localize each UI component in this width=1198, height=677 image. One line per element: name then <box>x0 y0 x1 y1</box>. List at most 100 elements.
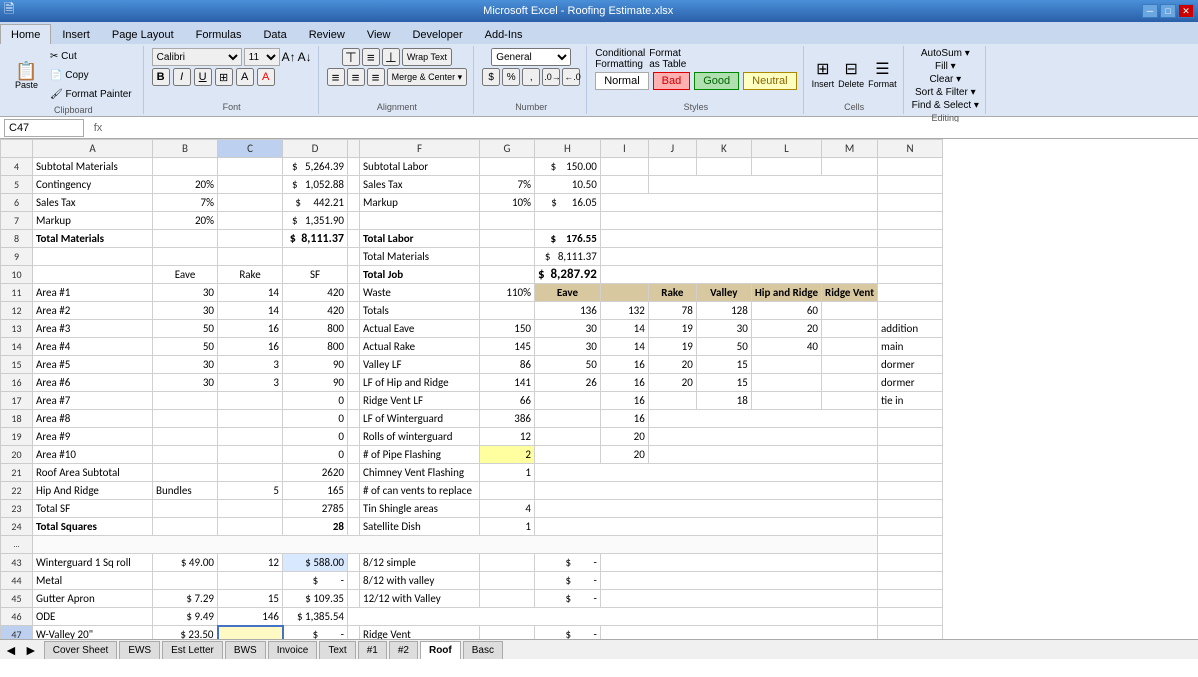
cell-F9[interactable]: Total Materials <box>360 248 480 266</box>
cell-D16[interactable]: 90 <box>283 374 348 392</box>
cell-G10[interactable] <box>480 266 535 284</box>
cell-H8[interactable]: $ 176.55 <box>535 230 601 248</box>
style-normal[interactable]: Normal <box>595 72 648 90</box>
sheet-tab-roof[interactable]: Roof <box>420 641 461 659</box>
cell-D4[interactable]: $ 5,264.39 <box>283 158 348 176</box>
cell-N45[interactable] <box>878 590 943 608</box>
tab-insert[interactable]: Insert <box>51 24 101 44</box>
cell-I44[interactable] <box>600 572 877 590</box>
align-middle-button[interactable]: ≡ <box>362 48 380 66</box>
cell-E21[interactable] <box>348 464 360 482</box>
cell-D11[interactable]: 420 <box>283 284 348 302</box>
col-header-J[interactable]: J <box>648 140 696 158</box>
cell-G12[interactable] <box>480 302 535 320</box>
cell-I17[interactable]: 16 <box>600 392 648 410</box>
cell-D12[interactable]: 420 <box>283 302 348 320</box>
cell-N44[interactable] <box>878 572 943 590</box>
cell-A46[interactable]: ODE <box>33 608 153 626</box>
cell-J20[interactable] <box>648 446 877 464</box>
autosum-label[interactable]: AutoSum ▾ <box>921 48 970 59</box>
cell-A45[interactable]: Gutter Apron <box>33 590 153 608</box>
tab-view[interactable]: View <box>356 24 402 44</box>
maximize-button[interactable]: □ <box>1160 4 1176 18</box>
cell-H18[interactable] <box>535 410 601 428</box>
cell-I4[interactable] <box>600 158 648 176</box>
cell-A9[interactable] <box>33 248 153 266</box>
cell-N22[interactable] <box>878 482 943 500</box>
cell-G14[interactable]: 145 <box>480 338 535 356</box>
cell-empty-rows[interactable] <box>33 536 878 554</box>
clear-label[interactable]: Clear ▾ <box>929 74 961 85</box>
col-header-N[interactable]: N <box>878 140 943 158</box>
cell-E15[interactable] <box>348 356 360 374</box>
cell-M12[interactable] <box>822 302 878 320</box>
col-header-L[interactable]: L <box>751 140 821 158</box>
cell-N15[interactable]: dormer <box>878 356 943 374</box>
sheet-tab-1[interactable]: #1 <box>358 641 387 659</box>
cell-M4[interactable] <box>822 158 878 176</box>
cell-H19[interactable] <box>535 428 601 446</box>
cell-G45[interactable] <box>480 590 535 608</box>
cell-E16[interactable] <box>348 374 360 392</box>
cell-C21[interactable] <box>218 464 283 482</box>
cell-E14[interactable] <box>348 338 360 356</box>
align-top-button[interactable]: ⊤ <box>342 48 360 66</box>
cell-A13[interactable]: Area #3 <box>33 320 153 338</box>
cell-B16[interactable]: 30 <box>153 374 218 392</box>
font-size-select[interactable]: 11 <box>244 48 280 66</box>
cell-N43[interactable] <box>878 554 943 572</box>
cell-D20[interactable]: 0 <box>283 446 348 464</box>
cell-N13[interactable]: addition <box>878 320 943 338</box>
font-name-select[interactable]: Calibri <box>152 48 242 66</box>
cell-B19[interactable] <box>153 428 218 446</box>
font-color-button[interactable]: A <box>257 68 275 86</box>
cell-D15[interactable]: 90 <box>283 356 348 374</box>
cell-D47[interactable]: $ - <box>283 626 348 640</box>
col-header-D[interactable]: D <box>283 140 348 158</box>
cell-G15[interactable]: 86 <box>480 356 535 374</box>
cell-A14[interactable]: Area #4 <box>33 338 153 356</box>
cell-I13[interactable]: 14 <box>600 320 648 338</box>
format-cells-label[interactable]: Format <box>868 79 897 89</box>
increase-font-button[interactable]: A↑ <box>282 50 296 64</box>
cell-H16[interactable]: 26 <box>535 374 601 392</box>
cell-F21[interactable]: Chimney Vent Flashing <box>360 464 480 482</box>
cell-L4[interactable] <box>751 158 821 176</box>
cell-H43[interactable]: $ - <box>535 554 601 572</box>
cell-F20[interactable]: # of Pipe Flashing <box>360 446 480 464</box>
cell-N17[interactable]: tie in <box>878 392 943 410</box>
sheet-tab-text[interactable]: Text <box>319 641 355 659</box>
cell-G6[interactable]: 10% <box>480 194 535 212</box>
style-good[interactable]: Good <box>694 72 739 90</box>
cell-B14[interactable]: 50 <box>153 338 218 356</box>
cell-N10[interactable] <box>878 266 943 284</box>
sheet-tab-estletter[interactable]: Est Letter <box>162 641 223 659</box>
cell-G22[interactable] <box>480 482 535 500</box>
cell-E43[interactable] <box>348 554 360 572</box>
cell-B43[interactable]: $ 49.00 <box>153 554 218 572</box>
sort-filter-label[interactable]: Sort & Filter ▾ <box>915 87 976 98</box>
cell-C7[interactable] <box>218 212 283 230</box>
cell-C24[interactable] <box>218 518 283 536</box>
cell-H6[interactable]: $ 16.05 <box>535 194 601 212</box>
cell-F8[interactable]: Total Labor <box>360 230 480 248</box>
number-format-select[interactable]: General <box>491 48 571 66</box>
cell-B13[interactable]: 50 <box>153 320 218 338</box>
cell-reference-input[interactable] <box>4 119 84 137</box>
cell-F47[interactable]: Ridge Vent <box>360 626 480 640</box>
cell-H23[interactable] <box>535 500 878 518</box>
cell-I45[interactable] <box>600 590 877 608</box>
align-left-button[interactable]: ≡ <box>327 68 345 86</box>
cell-A11[interactable]: Area #1 <box>33 284 153 302</box>
sheet-tab-cover[interactable]: Cover Sheet <box>44 641 118 659</box>
cell-G44[interactable] <box>480 572 535 590</box>
cell-H22[interactable] <box>535 482 878 500</box>
cell-H24[interactable] <box>535 518 878 536</box>
cell-E13[interactable] <box>348 320 360 338</box>
cell-N23[interactable] <box>878 500 943 518</box>
bold-button[interactable]: B <box>152 68 170 86</box>
tab-formulas[interactable]: Formulas <box>185 24 253 44</box>
merge-center-button[interactable]: Merge & Center ▾ <box>387 68 468 86</box>
cell-E17[interactable] <box>348 392 360 410</box>
cell-H20[interactable] <box>535 446 601 464</box>
